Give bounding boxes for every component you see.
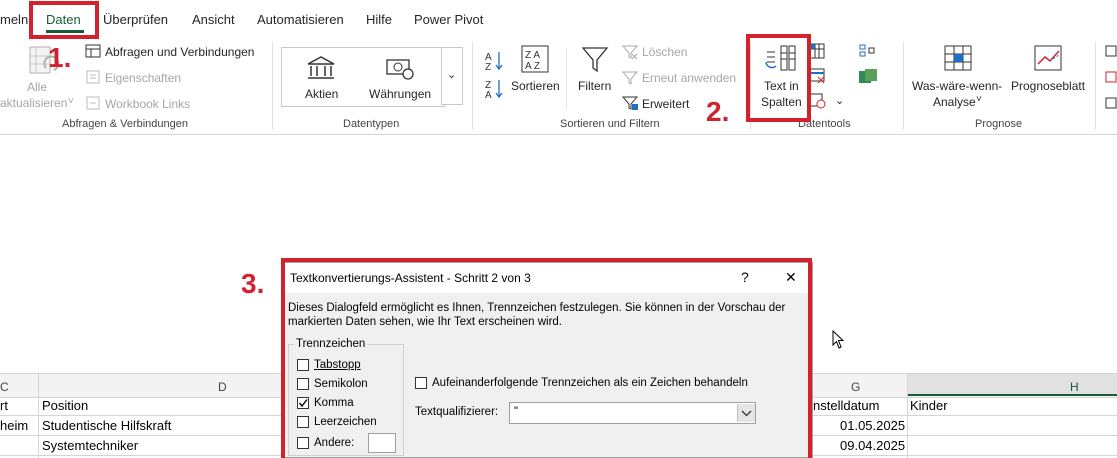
annotation-step-3: 3. <box>241 268 265 299</box>
cell-g1[interactable]: nstelldatum <box>813 398 879 413</box>
chevron-down-icon: ⌄ <box>447 69 457 81</box>
relationships-icon[interactable] <box>858 68 880 86</box>
column-header-d[interactable]: D <box>218 380 227 394</box>
currencies-button[interactable]: Währungen <box>369 87 431 101</box>
group-separator <box>472 42 473 130</box>
advanced-button[interactable]: Erweitert <box>642 97 689 111</box>
group-label-queries: Abfragen & Verbindungen <box>62 118 188 130</box>
chevron-down-icon[interactable]: ˅ <box>976 94 982 105</box>
tab-hilfe[interactable]: Hilfe <box>366 12 392 27</box>
refresh-all-label-2: aktualisieren <box>0 96 68 110</box>
column-header-c[interactable]: C <box>0 380 9 394</box>
ribbon-tab-bar: meln Daten Überprüfen Ansicht Automatisi… <box>0 0 1117 38</box>
svg-text:A: A <box>485 90 492 101</box>
cell-d3[interactable]: Systemtechniker <box>42 438 138 453</box>
group-separator <box>903 42 904 130</box>
consolidate-icon[interactable] <box>858 43 876 59</box>
sort-button[interactable]: Sortieren <box>511 79 560 93</box>
reapply-icon <box>621 71 639 85</box>
group-label-forecast: Prognose <box>975 118 1023 130</box>
properties-icon <box>86 70 100 84</box>
grid-line <box>38 374 39 458</box>
grid-line <box>907 374 908 458</box>
properties-button[interactable]: Eigenschaften <box>105 71 181 85</box>
separator <box>566 48 567 108</box>
column-header-g[interactable]: G <box>851 380 860 394</box>
advanced-filter-icon <box>621 96 639 110</box>
group-label-sortfilter: Sortieren und Filtern <box>560 118 660 130</box>
mouse-pointer-icon <box>832 330 845 349</box>
annotation-box-dialog <box>281 258 812 458</box>
filter-icon[interactable] <box>580 44 610 74</box>
group-label-datatypes: Datentypen <box>343 118 400 130</box>
reapply-button[interactable]: Erneut anwenden <box>642 71 736 85</box>
what-if-analysis-label-1[interactable]: Was-wäre-wenn- <box>912 79 1002 93</box>
group-separator <box>272 42 273 130</box>
refresh-all-label-1: Alle <box>27 80 48 94</box>
tab-formeln[interactable]: meln <box>0 12 28 27</box>
sort-az-icon[interactable]: A Z Z A <box>484 48 506 102</box>
cell-h1[interactable]: Kinder <box>910 398 948 413</box>
annotation-box-daten-tab <box>29 1 99 39</box>
cell-d2[interactable]: Studentische Hilfskraft <box>42 418 171 433</box>
svg-text:Z: Z <box>485 62 491 73</box>
annotation-step-2: 2. <box>706 96 730 127</box>
clear-button[interactable]: Löschen <box>642 45 687 59</box>
cell-c1[interactable]: rt <box>0 398 8 413</box>
tab-automatisieren[interactable]: Automatisieren <box>257 12 344 27</box>
forecast-sheet-button[interactable]: Prognoseblatt <box>1011 79 1085 93</box>
what-if-analysis-icon[interactable] <box>943 44 975 74</box>
currencies-icon[interactable] <box>384 54 416 82</box>
tab-power-pivot[interactable]: Power Pivot <box>414 12 483 27</box>
forecast-sheet-icon[interactable] <box>1033 44 1065 74</box>
queries-connections-icon <box>85 44 101 58</box>
filter-button[interactable]: Filtern <box>578 79 611 93</box>
sort-dialog-icon[interactable]: Z A A Z <box>520 44 550 74</box>
annotation-step-1: 1. <box>48 42 72 73</box>
chevron-down-icon[interactable]: ˅ <box>68 96 74 107</box>
queries-connections-button[interactable]: Abfragen und Verbindungen <box>105 45 254 59</box>
column-header-h-selected[interactable] <box>908 374 1117 396</box>
clear-filter-icon <box>621 45 639 60</box>
annotation-box-text-to-columns <box>746 34 811 122</box>
workbook-links-button[interactable]: Workbook Links <box>105 97 190 111</box>
stocks-icon[interactable] <box>305 54 337 82</box>
group-separator <box>1095 42 1096 130</box>
tab-ueberpruefen[interactable]: Überprüfen <box>103 12 168 27</box>
workbook-links-icon <box>86 96 100 110</box>
tab-ansicht[interactable]: Ansicht <box>192 12 235 27</box>
svg-text:Z A: Z A <box>525 50 540 61</box>
outline-icon[interactable] <box>1104 44 1117 114</box>
cell-c2[interactable]: heim <box>0 418 28 433</box>
chevron-down-icon[interactable]: ⌄ <box>835 94 844 107</box>
cell-g2[interactable]: 01.05.2025 <box>840 418 905 433</box>
what-if-analysis-label-2[interactable]: Analyse <box>933 95 976 109</box>
stocks-button[interactable]: Aktien <box>305 87 338 101</box>
cell-g3[interactable]: 09.04.2025 <box>840 438 905 453</box>
cell-d1[interactable]: Position <box>42 398 88 413</box>
column-header-h[interactable]: H <box>1070 380 1079 394</box>
svg-text:A Z: A Z <box>525 61 540 72</box>
